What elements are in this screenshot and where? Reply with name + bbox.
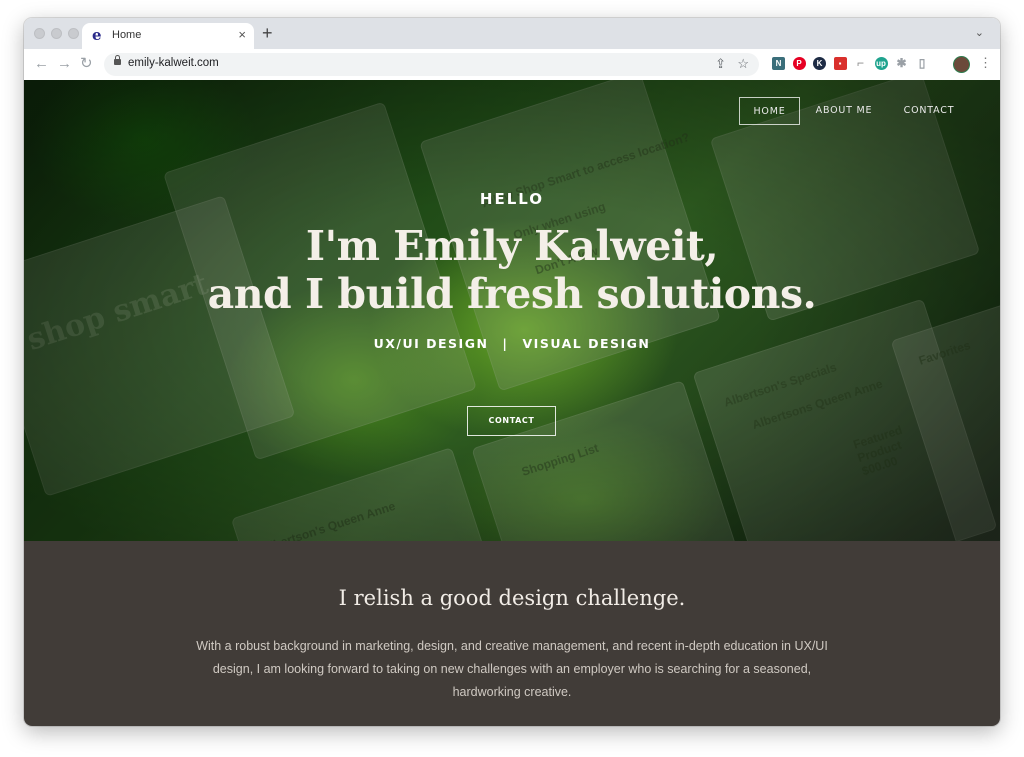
up-extension-icon[interactable]: up — [874, 57, 888, 70]
url-text[interactable]: emily-kalweit.com — [128, 57, 219, 69]
tab-title: Home — [112, 29, 142, 41]
tab-strip: e Home × + ⌄ — [24, 18, 1000, 49]
close-tab-icon[interactable]: × — [238, 27, 246, 42]
red-extension-icon[interactable]: ▪ — [833, 57, 847, 70]
puzzle-extension-icon[interactable]: ✱ — [895, 57, 908, 70]
about-title: I relish a good design challenge. — [338, 586, 686, 610]
hero-eyebrow: HELLO — [479, 190, 545, 208]
headline-line-1: I'm Emily Kalweit, — [305, 222, 719, 270]
bookmark-star-icon[interactable]: ☆ — [737, 56, 749, 72]
browser-menu-icon[interactable]: ⋮ — [979, 55, 992, 71]
tab-search-icon[interactable]: ⌄ — [975, 26, 984, 39]
tagline-separator: | — [502, 336, 509, 351]
back-button[interactable]: ← — [34, 55, 49, 73]
k-extension-icon[interactable]: K — [813, 57, 826, 70]
tab-home[interactable]: e Home × — [82, 23, 254, 49]
tagline-uxui: UX/UI DESIGN — [373, 336, 489, 351]
maximize-window-button[interactable] — [68, 28, 79, 39]
share-icon[interactable]: ⇪ — [715, 56, 726, 72]
about-section: I relish a good design challenge. With a… — [24, 541, 1000, 726]
hero-contact-button[interactable]: CONTACT — [467, 406, 556, 436]
tagline-visual: VISUAL DESIGN — [522, 336, 651, 351]
e-logo-icon: e — [92, 26, 102, 44]
forward-button[interactable]: → — [57, 55, 72, 73]
webpage: shop smart Allow Shop Smart to access lo… — [24, 80, 1000, 726]
sidepanel-icon[interactable]: ▯ — [916, 57, 929, 70]
headline-line-2: and I build fresh solutions. — [207, 270, 817, 318]
minimize-window-button[interactable] — [51, 28, 62, 39]
browser-window: e Home × + ⌄ ← → ↻ emily-kalweit.com ⇪ ☆… — [24, 18, 1000, 726]
arrows-extension-icon[interactable]: ⌐ — [854, 57, 867, 70]
about-body: With a robust background in marketing, d… — [196, 639, 828, 699]
reload-button[interactable]: ↻ — [80, 55, 93, 73]
pinterest-extension-icon[interactable]: P — [792, 57, 806, 70]
close-window-button[interactable] — [34, 28, 45, 39]
nav-about-me[interactable]: ABOUT ME — [813, 97, 875, 125]
new-tab-button[interactable]: + — [262, 23, 273, 43]
lock-icon — [114, 55, 121, 65]
address-bar[interactable]: emily-kalweit.com ⇪ ☆ — [104, 53, 759, 76]
nav-contact[interactable]: CONTACT — [898, 97, 960, 125]
hero-tagline: UX/UI DESIGN | VISUAL DESIGN — [24, 336, 1000, 351]
hero-headline: I'm Emily Kalweit, and I build fresh sol… — [24, 222, 1000, 318]
profile-avatar[interactable] — [953, 56, 970, 73]
browser-toolbar: ← → ↻ emily-kalweit.com ⇪ ☆ N P K ▪ ⌐ up ✱ ▯ ⋮ — [24, 49, 1000, 81]
news-extension-icon[interactable]: N — [772, 57, 785, 70]
hero-section: shop smart Allow Shop Smart to access lo… — [24, 80, 1000, 541]
nav-home[interactable]: HOME — [739, 97, 800, 125]
